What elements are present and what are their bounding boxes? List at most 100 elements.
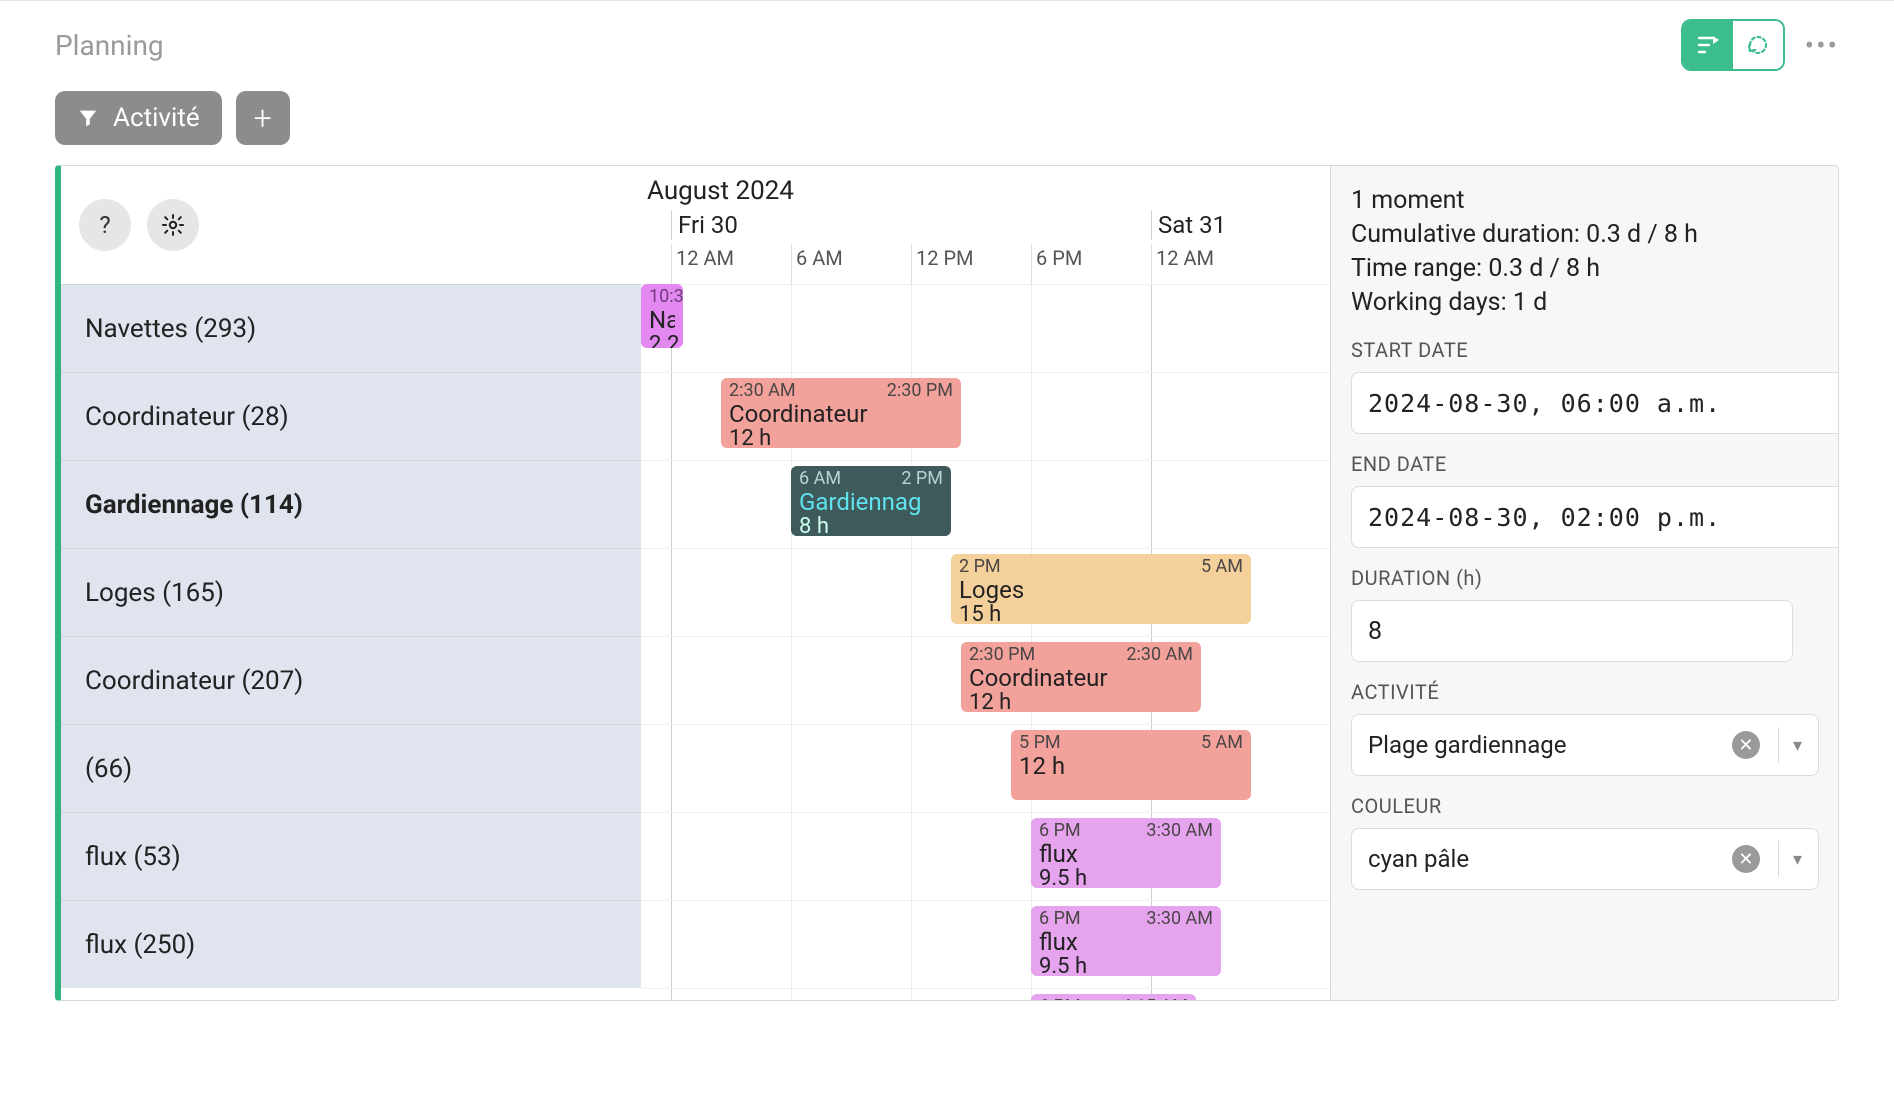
event-times: 2:30 AM2:30 PM [729, 380, 953, 401]
track-row [641, 900, 1330, 988]
timeline-event[interactable]: 6 PM 4:15 AM [1031, 994, 1196, 1000]
timeline-event[interactable]: 2 PM 5 AMLoges15 h [951, 554, 1251, 624]
event-duration: 2.2 [649, 333, 675, 348]
resource-row[interactable]: flux (250) [61, 900, 641, 988]
event-title: Coordinateur [729, 401, 953, 427]
timeline[interactable]: August 2024 Fri 30Sat 31 12 AM6 AM12 PM6… [641, 166, 1330, 1000]
end-date-label: END DATE [1351, 452, 1838, 476]
details-panel: 1 moment Cumulative duration: 0.3 d / 8 … [1330, 166, 1838, 1000]
event-end: 5 AM [1201, 556, 1243, 577]
event-start: 2 PM [959, 556, 1001, 577]
event-title: Gardiennag [799, 489, 943, 515]
resource-row[interactable]: Navettes (293) [61, 284, 641, 372]
timeline-event[interactable]: 6 PM3:30 AMflux9.5 h [1031, 906, 1221, 976]
filter-pill-label: Activité [113, 103, 200, 133]
hour-header: 6 AM [791, 244, 843, 284]
timeline-event[interactable]: 6 AM 2 PMGardiennag8 h [791, 466, 951, 536]
page-title: Planning [55, 29, 164, 62]
hour-header: 12 PM [911, 244, 974, 284]
event-times: 6 PM3:30 AM [1039, 908, 1213, 929]
event-duration: 15 h [959, 603, 1243, 624]
event-start: 2:30 PM [969, 644, 1035, 665]
add-filter-button[interactable]: + [236, 91, 290, 145]
timeline-event[interactable]: 10:3Na2.2 [641, 284, 683, 348]
event-end: 4:15 AM [1121, 996, 1188, 1000]
resource-row[interactable]: Gardiennage (114) [61, 460, 641, 548]
detail-working-days: Working days: 1 d [1351, 286, 1838, 320]
help-button[interactable]: ? [79, 199, 131, 251]
event-duration: 8 h [799, 515, 943, 536]
plus-icon: + [254, 99, 272, 137]
filter-pill-activity[interactable]: Activité [55, 91, 222, 145]
event-title: Loges [959, 577, 1243, 603]
color-label: COULEUR [1351, 794, 1838, 818]
detail-moments: 1 moment [1351, 184, 1838, 218]
color-select-value: cyan pâle [1368, 845, 1732, 873]
day-headers: Fri 30 Sat 31 [641, 210, 1330, 240]
detail-cumulative: Cumulative duration: 0.3 d / 8 h [1351, 218, 1838, 252]
day-header: Fri 30 [671, 210, 738, 240]
event-duration: 9.5 h [1039, 867, 1213, 888]
event-times: 6 PM 3:30 AM [1039, 820, 1213, 841]
resource-row[interactable]: Coordinateur (28) [61, 372, 641, 460]
event-times: 6 PM 4:15 AM [1039, 996, 1188, 1000]
event-end: 3:30 AM [1146, 908, 1213, 929]
header-actions: ••• [1681, 19, 1839, 71]
activity-select[interactable]: Plage gardiennage ✕ ▾ [1351, 714, 1819, 776]
event-times: 5 PM5 AM [1019, 732, 1243, 753]
timeline-body: 10:3Na2.22:30 AM2:30 PMCoordinateur12 h6… [641, 284, 1330, 1000]
start-date-label: START DATE [1351, 338, 1838, 362]
filter-panel-toggle-active[interactable] [1683, 21, 1733, 69]
event-times: 2:30 PM 2:30 AM [969, 644, 1193, 665]
resource-toolbar: ? [61, 166, 641, 284]
event-duration: 12 h [729, 427, 953, 448]
planning-container: ? Navettes (293)Coordinateur (28)Gardien… [55, 165, 1839, 1001]
resource-row[interactable]: Coordinateur (207) [61, 636, 641, 724]
start-date-input[interactable]: 2024-08-30, 06:00 a.m. [1351, 372, 1838, 434]
chevron-down-icon: ▾ [1793, 849, 1802, 870]
track-row [641, 812, 1330, 900]
color-select[interactable]: cyan pâle ✕ ▾ [1351, 828, 1819, 890]
hour-headers: 12 AM6 AM12 PM6 PM12 AM [641, 244, 1330, 284]
duration-label: DURATION (h) [1351, 566, 1838, 590]
refresh-toggle[interactable] [1733, 21, 1783, 69]
event-start: 6 AM [799, 468, 841, 489]
activity-select-value: Plage gardiennage [1368, 731, 1732, 759]
end-date-input[interactable]: 2024-08-30, 02:00 p.m. [1351, 486, 1838, 548]
timeline-event[interactable]: 6 PM3:30 AMflux9.5 h [1031, 818, 1221, 888]
settings-button[interactable] [147, 199, 199, 251]
timeline-event[interactable]: 2:30 AM2:30 PMCoordinateur12 h [721, 378, 961, 448]
resource-row[interactable]: Loges (165) [61, 548, 641, 636]
funnel-icon [77, 107, 99, 129]
event-end: 2 PM [901, 468, 943, 489]
more-menu-button[interactable]: ••• [1805, 29, 1839, 62]
duration-input[interactable]: 8 [1351, 600, 1793, 662]
day-header: Sat 31 [1151, 210, 1226, 240]
view-toggle [1681, 19, 1785, 71]
detail-time-range: Time range: 0.3 d / 8 h [1351, 252, 1838, 286]
clear-icon[interactable]: ✕ [1732, 731, 1760, 759]
hour-header: 6 PM [1031, 244, 1082, 284]
event-start: 6 PM [1039, 820, 1081, 841]
resource-row[interactable]: (66) [61, 724, 641, 812]
track-row [641, 988, 1330, 1000]
event-title: 12 h [1019, 753, 1243, 779]
activity-label: ACTIVITÉ [1351, 680, 1838, 704]
track-row [641, 284, 1330, 372]
select-divider [1778, 727, 1779, 763]
resource-row[interactable]: flux (53) [61, 812, 641, 900]
event-title: flux [1039, 929, 1213, 955]
refresh-icon [1746, 33, 1770, 57]
event-title: Na [649, 307, 675, 333]
clear-icon[interactable]: ✕ [1732, 845, 1760, 873]
month-label: August 2024 [647, 176, 794, 206]
gear-icon [161, 213, 185, 237]
event-end: 3:30 AM [1146, 820, 1213, 841]
event-end: 2:30 AM [1126, 644, 1193, 665]
resource-column: ? Navettes (293)Coordinateur (28)Gardien… [61, 166, 641, 1000]
event-start: 6 PM [1039, 996, 1081, 1000]
timeline-event[interactable]: 5 PM5 AM12 h [1011, 730, 1251, 800]
event-end: 2:30 PM [887, 380, 953, 401]
timeline-event[interactable]: 2:30 PM2:30 AMCoordinateur12 h [961, 642, 1201, 712]
page-header: Planning ••• [0, 1, 1894, 71]
